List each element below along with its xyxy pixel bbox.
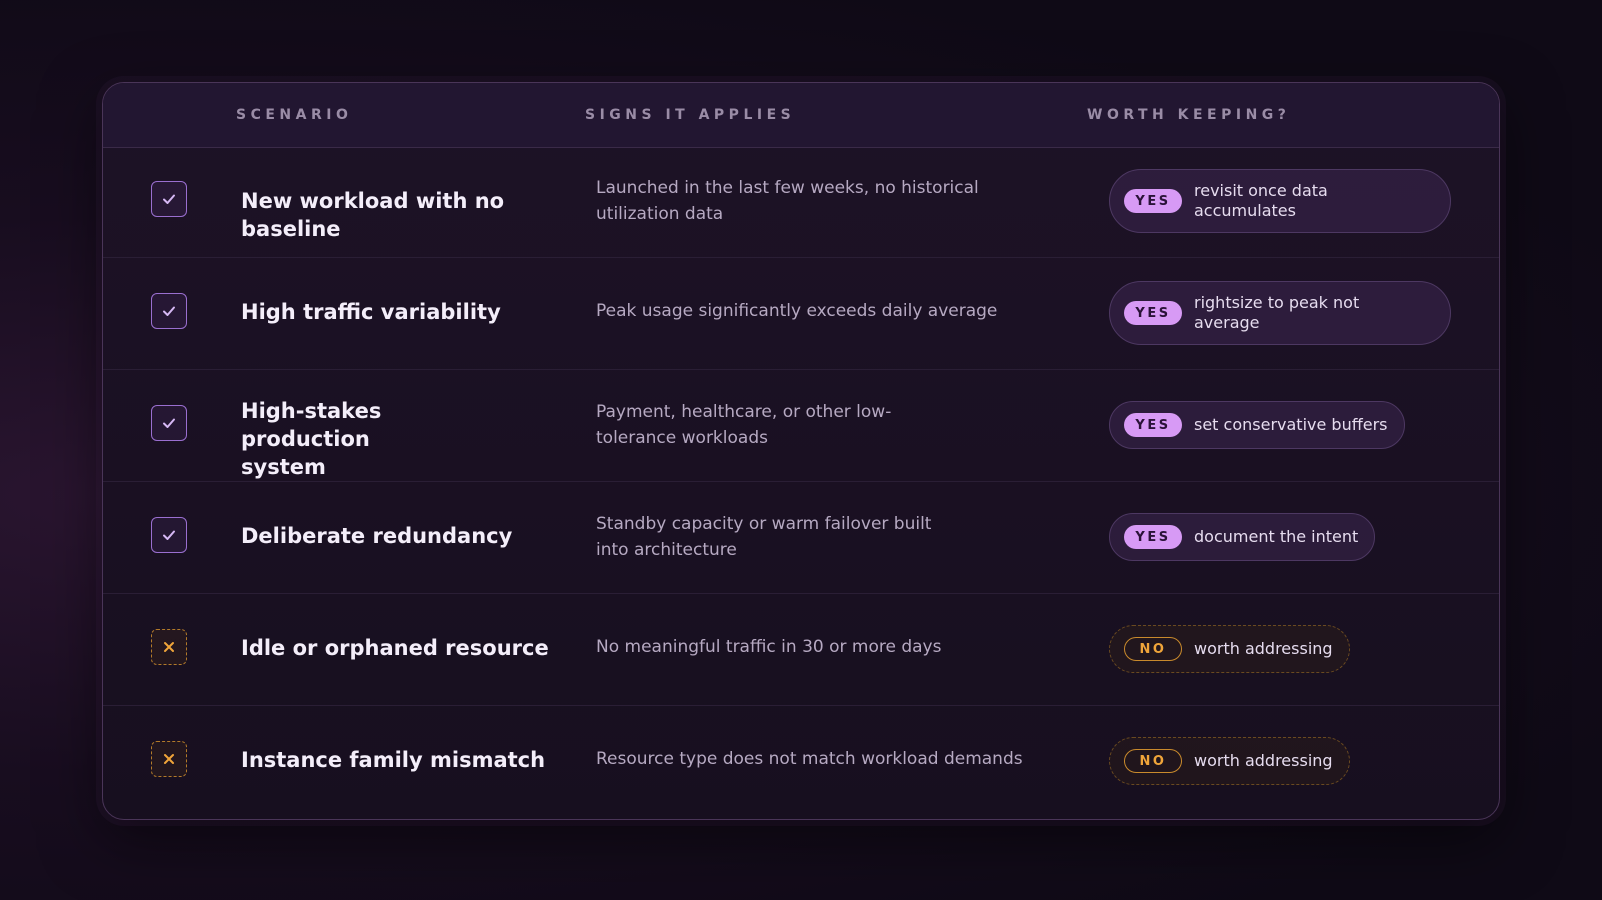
signs-text: Peak usage significantly exceeds daily a…	[596, 301, 998, 321]
verdict-pill: YES rightsize to peak not average	[1109, 281, 1451, 345]
scenario-title: Idle or orphaned resource	[241, 636, 549, 660]
table-row: High traffic variability Peak usage sign…	[103, 258, 1499, 370]
yes-badge: YES	[1124, 189, 1182, 213]
x-icon	[164, 642, 174, 652]
signs-text: Resource type does not match workload de…	[596, 749, 1023, 769]
check-icon	[163, 530, 175, 540]
scenario-title: New workload with no baseline	[241, 189, 505, 241]
yes-badge: YES	[1124, 525, 1182, 549]
no-badge: NO	[1124, 637, 1182, 661]
signs-text: Launched in the last few weeks, no histo…	[596, 178, 979, 224]
table-header: SCENARIO SIGNS IT APPLIES WORTH KEEPING?	[103, 83, 1499, 148]
signs-text: Payment, healthcare, or other low-tolera…	[596, 402, 892, 448]
signs-text: No meaningful traffic in 30 or more days	[596, 637, 942, 657]
row-checkbox[interactable]	[151, 517, 187, 553]
yes-badge: YES	[1124, 301, 1182, 325]
check-icon	[163, 418, 175, 428]
verdict-note: worth addressing	[1194, 751, 1333, 770]
verdict-pill: YES document the intent	[1109, 513, 1376, 561]
verdict-pill: YES set conservative buffers	[1109, 401, 1405, 449]
x-icon	[164, 754, 174, 764]
row-checkbox[interactable]	[151, 181, 187, 217]
verdict-note: set conservative buffers	[1194, 415, 1388, 434]
row-checkbox[interactable]	[151, 293, 187, 329]
check-icon	[163, 306, 175, 316]
verdict-pill: NO worth addressing	[1109, 737, 1350, 785]
signs-text: Standby capacity or warm failover built …	[596, 514, 932, 560]
scenario-title: Deliberate redundancy	[241, 524, 513, 548]
verdict-pill: YES revisit once data accumulates	[1109, 169, 1451, 233]
table-row: Idle or orphaned resource No meaningful …	[103, 594, 1499, 706]
table-row: New workload with no baseline Launched i…	[103, 146, 1499, 258]
row-checkbox[interactable]	[151, 629, 187, 665]
header-scenario: SCENARIO	[236, 107, 353, 123]
verdict-note: worth addressing	[1194, 639, 1333, 658]
verdict-note: document the intent	[1194, 527, 1359, 546]
row-checkbox[interactable]	[151, 405, 187, 441]
row-checkbox[interactable]	[151, 741, 187, 777]
no-badge: NO	[1124, 749, 1182, 773]
scenario-title: Instance family mismatch	[241, 748, 546, 772]
scenario-title: High-stakes production system	[241, 399, 382, 479]
table-row: High-stakes production system Payment, h…	[103, 370, 1499, 482]
table-row: Instance family mismatch Resource type d…	[103, 706, 1499, 818]
header-worth-keeping: WORTH KEEPING?	[1087, 107, 1291, 123]
scenario-table: SCENARIO SIGNS IT APPLIES WORTH KEEPING?…	[102, 82, 1500, 820]
check-icon	[163, 194, 175, 204]
scenario-title: High traffic variability	[241, 300, 501, 324]
verdict-note: rightsize to peak not average	[1194, 293, 1360, 332]
verdict-note: revisit once data accumulates	[1194, 181, 1328, 220]
verdict-pill: NO worth addressing	[1109, 625, 1350, 673]
table-row: Deliberate redundancy Standby capacity o…	[103, 482, 1499, 594]
yes-badge: YES	[1124, 413, 1182, 437]
header-signs: SIGNS IT APPLIES	[585, 107, 796, 123]
